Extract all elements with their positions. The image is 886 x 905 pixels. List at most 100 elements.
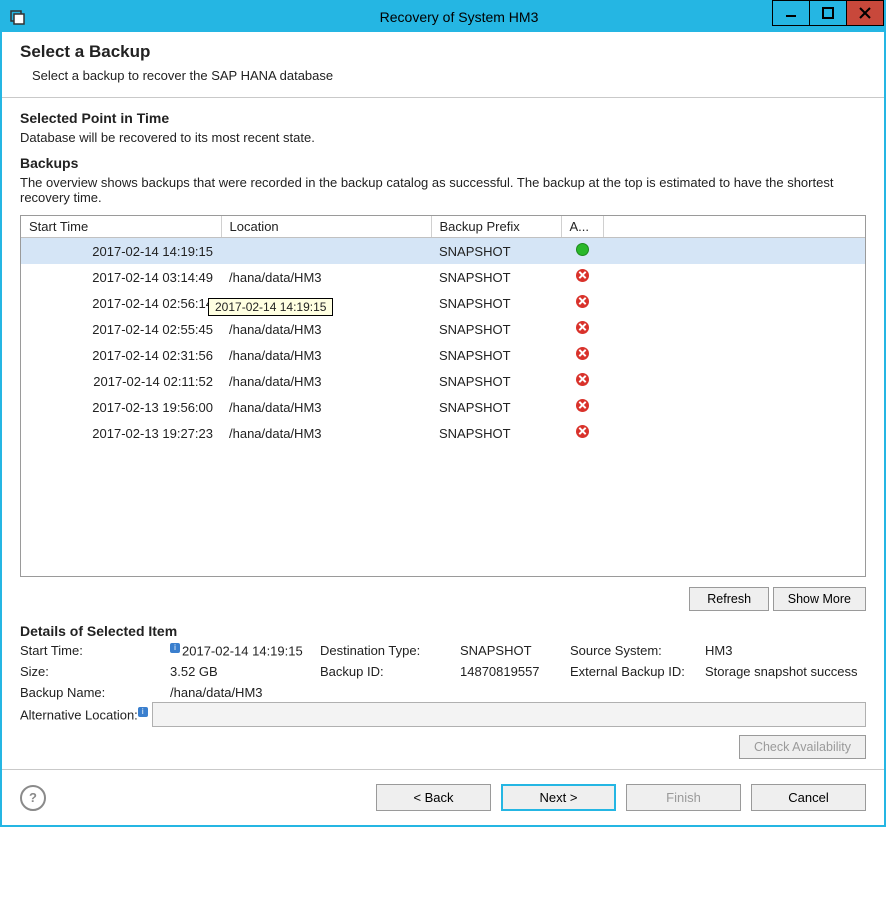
cell-prefix: SNAPSHOT — [431, 264, 561, 290]
cell-prefix: SNAPSHOT — [431, 290, 561, 316]
cell-start-time: 2017-02-14 02:56:14 — [21, 290, 221, 316]
tooltip: 2017-02-14 14:19:15 — [208, 298, 333, 316]
status-error-icon — [576, 399, 589, 412]
refresh-button[interactable]: Refresh — [689, 587, 769, 611]
cell-status — [561, 264, 603, 290]
label-start-time: Start Time: — [20, 643, 170, 658]
label-dest-type: Destination Type: — [320, 643, 460, 658]
app-icon — [10, 9, 26, 25]
wizard-footer: ? < Back Next > Finish Cancel — [2, 769, 884, 825]
cell-location: /hana/data/HM3 — [221, 342, 431, 368]
page-subtitle: Select a backup to recover the SAP HANA … — [32, 68, 866, 83]
cell-location: /hana/data/HM3 — [221, 368, 431, 394]
cell-prefix: SNAPSHOT — [431, 420, 561, 446]
details-label: Details of Selected Item — [20, 623, 866, 639]
body: Selected Point in Time Database will be … — [2, 98, 884, 731]
col-backup-prefix[interactable]: Backup Prefix — [431, 216, 561, 238]
status-error-icon — [576, 347, 589, 360]
cell-location: /hana/data/HM3 — [221, 420, 431, 446]
cell-status — [561, 290, 603, 316]
status-error-icon — [576, 321, 589, 334]
table-row[interactable]: 2017-02-14 14:19:15 SNAPSHOT — [21, 238, 865, 265]
table-row[interactable]: 2017-02-14 02:56:14/hana/data/HM3SNAPSHO… — [21, 290, 865, 316]
status-ok-icon — [576, 243, 589, 256]
page-header: Select a Backup Select a backup to recov… — [2, 32, 884, 98]
label-backup-id: Backup ID: — [320, 664, 460, 679]
point-in-time-label: Selected Point in Time — [20, 110, 866, 126]
status-error-icon — [576, 373, 589, 386]
cell-start-time: 2017-02-13 19:27:23 — [21, 420, 221, 446]
info-icon: i — [170, 643, 180, 653]
cell-prefix: SNAPSHOT — [431, 368, 561, 394]
label-backup-name: Backup Name: — [20, 685, 170, 700]
label-size: Size: — [20, 664, 170, 679]
cancel-button[interactable]: Cancel — [751, 784, 866, 811]
maximize-button[interactable] — [809, 0, 847, 26]
table-row-empty — [21, 446, 865, 472]
cell-prefix: SNAPSHOT — [431, 342, 561, 368]
status-error-icon — [576, 269, 589, 282]
table-buttons: Refresh Show More — [20, 577, 866, 619]
value-size: 3.52 GB — [170, 664, 320, 679]
cell-prefix: SNAPSHOT — [431, 316, 561, 342]
label-ext-backup-id: External Backup ID: — [570, 664, 705, 679]
col-start-time[interactable]: Start Time — [21, 216, 221, 238]
value-backup-id: 14870819557 — [460, 664, 570, 679]
cell-start-time: 2017-02-14 02:55:45 — [21, 316, 221, 342]
next-button[interactable]: Next > — [501, 784, 616, 811]
cell-prefix: SNAPSHOT — [431, 394, 561, 420]
finish-button[interactable]: Finish — [626, 784, 741, 811]
back-button[interactable]: < Back — [376, 784, 491, 811]
alt-location-input[interactable] — [152, 702, 866, 727]
page-title: Select a Backup — [20, 42, 866, 62]
cell-status — [561, 394, 603, 420]
table-row[interactable]: 2017-02-14 02:11:52/hana/data/HM3SNAPSHO… — [21, 368, 865, 394]
backups-desc: The overview shows backups that were rec… — [20, 175, 866, 205]
cell-location: /hana/data/HM3 — [221, 394, 431, 420]
value-ext-backup-id: Storage snapshot success — [705, 664, 866, 679]
cell-start-time: 2017-02-14 02:31:56 — [21, 342, 221, 368]
check-row: Check Availability — [2, 731, 884, 769]
info-icon: i — [138, 707, 148, 717]
cell-location: /hana/data/HM3 — [221, 316, 431, 342]
cell-start-time: 2017-02-14 14:19:15 — [21, 238, 221, 265]
minimize-button[interactable] — [772, 0, 810, 26]
window-controls — [773, 0, 884, 26]
window-title: Recovery of System HM3 — [34, 9, 884, 25]
value-start-time: i2017-02-14 14:19:15 — [170, 643, 320, 658]
col-location[interactable]: Location — [221, 216, 431, 238]
table-row[interactable]: 2017-02-14 02:55:45/hana/data/HM3SNAPSHO… — [21, 316, 865, 342]
status-error-icon — [576, 295, 589, 308]
value-source-system: HM3 — [705, 643, 866, 658]
cell-start-time: 2017-02-14 03:14:49 — [21, 264, 221, 290]
help-icon[interactable]: ? — [20, 785, 46, 811]
table-row[interactable]: 2017-02-14 03:14:49/hana/data/HM3SNAPSHO… — [21, 264, 865, 290]
close-button[interactable] — [846, 0, 884, 26]
cell-prefix: SNAPSHOT — [431, 238, 561, 265]
check-availability-button[interactable]: Check Availability — [739, 735, 866, 759]
cell-location — [221, 238, 431, 265]
cell-status — [561, 238, 603, 265]
table-row[interactable]: 2017-02-13 19:56:00/hana/data/HM3SNAPSHO… — [21, 394, 865, 420]
value-dest-type: SNAPSHOT — [460, 643, 570, 658]
cell-start-time: 2017-02-14 02:11:52 — [21, 368, 221, 394]
cell-status — [561, 342, 603, 368]
col-extra[interactable] — [603, 216, 865, 238]
table-row-empty — [21, 498, 865, 524]
details-section: Details of Selected Item Start Time: i20… — [20, 619, 866, 731]
backups-table: Start Time Location Backup Prefix A... 2… — [20, 215, 866, 577]
table-row-empty — [21, 524, 865, 550]
table-row[interactable]: 2017-02-13 19:27:23/hana/data/HM3SNAPSHO… — [21, 420, 865, 446]
table-row[interactable]: 2017-02-14 02:31:56/hana/data/HM3SNAPSHO… — [21, 342, 865, 368]
cell-status — [561, 316, 603, 342]
label-source-system: Source System: — [570, 643, 705, 658]
cell-location: /hana/data/HM3 — [221, 264, 431, 290]
cell-start-time: 2017-02-13 19:56:00 — [21, 394, 221, 420]
point-in-time-desc: Database will be recovered to its most r… — [20, 130, 866, 145]
table-header-row: Start Time Location Backup Prefix A... — [21, 216, 865, 238]
value-backup-name: /hana/data/HM3 — [170, 685, 866, 700]
cell-status — [561, 420, 603, 446]
show-more-button[interactable]: Show More — [773, 587, 866, 611]
title-bar[interactable]: Recovery of System HM3 — [2, 2, 884, 32]
col-available[interactable]: A... — [561, 216, 603, 238]
